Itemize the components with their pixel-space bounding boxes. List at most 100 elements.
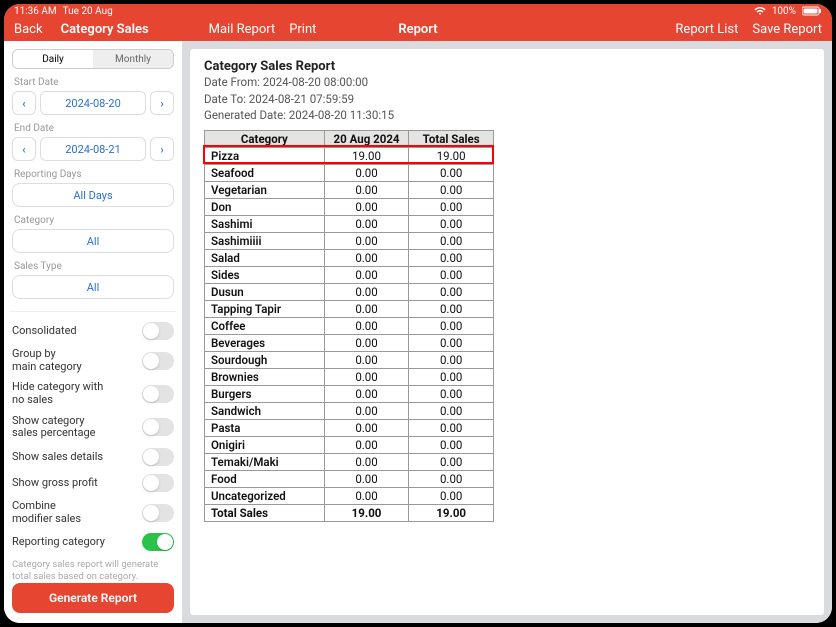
toggle-show-pct-label: Show category sales percentage — [12, 415, 95, 440]
table-row: Don0.000.00 — [205, 198, 494, 215]
table-row: Brownies0.000.00 — [205, 368, 494, 385]
cell-total-date: 19.00 — [324, 504, 409, 521]
end-date-prev-button[interactable]: ‹ — [12, 137, 36, 161]
period-segment[interactable]: Daily Monthly — [12, 49, 174, 69]
cell-date-value: 0.00 — [324, 419, 409, 436]
cell-total-value: 0.00 — [409, 181, 494, 198]
cell-total-value: 0.00 — [409, 300, 494, 317]
cell-category: Burgers — [205, 385, 325, 402]
cell-date-value: 0.00 — [324, 334, 409, 351]
save-report-button[interactable]: Save Report — [752, 22, 822, 37]
cell-category: Coffee — [205, 317, 325, 334]
cell-category: Sourdough — [205, 351, 325, 368]
table-row: Beverages0.000.00 — [205, 334, 494, 351]
nav-center-title: Report — [398, 22, 437, 37]
col-total: Total Sales — [409, 130, 494, 147]
toggle-combine-mod-label: Combine modifier sales — [12, 500, 81, 525]
toggle-show-details[interactable] — [142, 448, 174, 466]
cell-date-value: 19.00 — [324, 147, 409, 164]
sidebar: Daily Monthly Start Date ‹ 2024-08-20 › … — [4, 41, 182, 623]
cell-total-value: 0.00 — [409, 402, 494, 419]
table-row: Sashimiiii0.000.00 — [205, 232, 494, 249]
end-date-picker[interactable]: 2024-08-21 — [40, 137, 146, 161]
cell-category: Onigiri — [205, 436, 325, 453]
table-row: Sandwich0.000.00 — [205, 402, 494, 419]
toggle-consolidated[interactable] — [142, 322, 174, 340]
cell-date-value: 0.00 — [324, 487, 409, 504]
cell-total-value: 0.00 — [409, 419, 494, 436]
start-date-prev-button[interactable]: ‹ — [12, 91, 36, 115]
toggle-reporting-cat[interactable] — [142, 533, 174, 551]
status-date: Tue 20 Aug — [63, 6, 113, 17]
toggle-combine-mod[interactable] — [142, 504, 174, 522]
print-button[interactable]: Print — [289, 22, 316, 37]
report-list-button[interactable]: Report List — [675, 22, 738, 37]
col-category: Category — [205, 130, 325, 147]
toggle-consolidated-label: Consolidated — [12, 325, 77, 338]
cell-category: Food — [205, 470, 325, 487]
toggle-gross-profit[interactable] — [142, 474, 174, 492]
table-row: Vegetarian0.000.00 — [205, 181, 494, 198]
cell-total-value: 0.00 — [409, 232, 494, 249]
toggle-show-details-label: Show sales details — [12, 451, 103, 464]
segment-monthly[interactable]: Monthly — [93, 50, 173, 68]
col-date: 20 Aug 2024 — [324, 130, 409, 147]
salestype-select[interactable]: All — [12, 275, 174, 299]
cell-category: Sashimi — [205, 215, 325, 232]
cell-total-value: 0.00 — [409, 249, 494, 266]
start-date-picker[interactable]: 2024-08-20 — [40, 91, 146, 115]
cell-date-value: 0.00 — [324, 215, 409, 232]
status-time: 11:36 AM — [14, 6, 57, 17]
cell-category: Pizza — [205, 147, 325, 164]
toggle-hide-nosales[interactable] — [142, 385, 174, 403]
table-row: Onigiri0.000.00 — [205, 436, 494, 453]
status-battery-pct: 100% — [772, 6, 796, 17]
cell-date-value: 0.00 — [324, 283, 409, 300]
category-select[interactable]: All — [12, 229, 174, 253]
nav-bar: Back Category Sales Mail Report Print Re… — [4, 19, 832, 42]
cell-total-value: 0.00 — [409, 334, 494, 351]
cell-date-value: 0.00 — [324, 402, 409, 419]
table-row: Burgers0.000.00 — [205, 385, 494, 402]
reporting-days-select[interactable]: All Days — [12, 183, 174, 207]
table-row: Temaki/Maki0.000.00 — [205, 453, 494, 470]
back-button[interactable]: Back — [14, 22, 43, 37]
end-date-next-button[interactable]: › — [150, 137, 174, 161]
table-row: Food0.000.00 — [205, 470, 494, 487]
cell-total-value: 0.00 — [409, 436, 494, 453]
table-row: Seafood0.000.00 — [205, 164, 494, 181]
cell-category: Sides — [205, 266, 325, 283]
cell-date-value: 0.00 — [324, 351, 409, 368]
report-generated-date: Generated Date: 2024-08-20 11:30:15 — [204, 108, 810, 124]
table-row: Dusun0.000.00 — [205, 283, 494, 300]
cell-date-value: 0.00 — [324, 470, 409, 487]
table-row: Salad0.000.00 — [205, 249, 494, 266]
cell-date-value: 0.00 — [324, 266, 409, 283]
report-paper: Category Sales Report Date From: 2024-08… — [190, 49, 824, 615]
cell-category: Temaki/Maki — [205, 453, 325, 470]
cell-date-value: 0.00 — [324, 385, 409, 402]
cell-category: Pasta — [205, 419, 325, 436]
report-date-from: Date From: 2024-08-20 08:00:00 — [204, 75, 810, 91]
cell-date-value: 0.00 — [324, 181, 409, 198]
generate-report-button[interactable]: Generate Report — [12, 583, 174, 613]
cell-total-value: 0.00 — [409, 283, 494, 300]
table-row: Tapping Tapir0.000.00 — [205, 300, 494, 317]
table-row: Coffee0.000.00 — [205, 317, 494, 334]
table-row: Pizza19.0019.00 — [205, 147, 494, 164]
segment-daily[interactable]: Daily — [13, 50, 93, 68]
toggle-group-main[interactable] — [142, 352, 174, 370]
toggle-show-pct[interactable] — [142, 418, 174, 436]
cell-category: Tapping Tapir — [205, 300, 325, 317]
sidebar-help-text: Category sales report will generate tota… — [12, 559, 174, 583]
page-title: Category Sales — [61, 22, 149, 37]
cell-total-value: 0.00 — [409, 351, 494, 368]
cell-total-value: 0.00 — [409, 317, 494, 334]
status-bar: 11:36 AM Tue 20 Aug 100% — [4, 4, 832, 19]
mail-report-button[interactable]: Mail Report — [209, 22, 276, 37]
cell-total-value: 0.00 — [409, 215, 494, 232]
start-date-next-button[interactable]: › — [150, 91, 174, 115]
start-date-label: Start Date — [14, 77, 174, 88]
cell-total-value: 19.00 — [409, 147, 494, 164]
cell-date-value: 0.00 — [324, 317, 409, 334]
